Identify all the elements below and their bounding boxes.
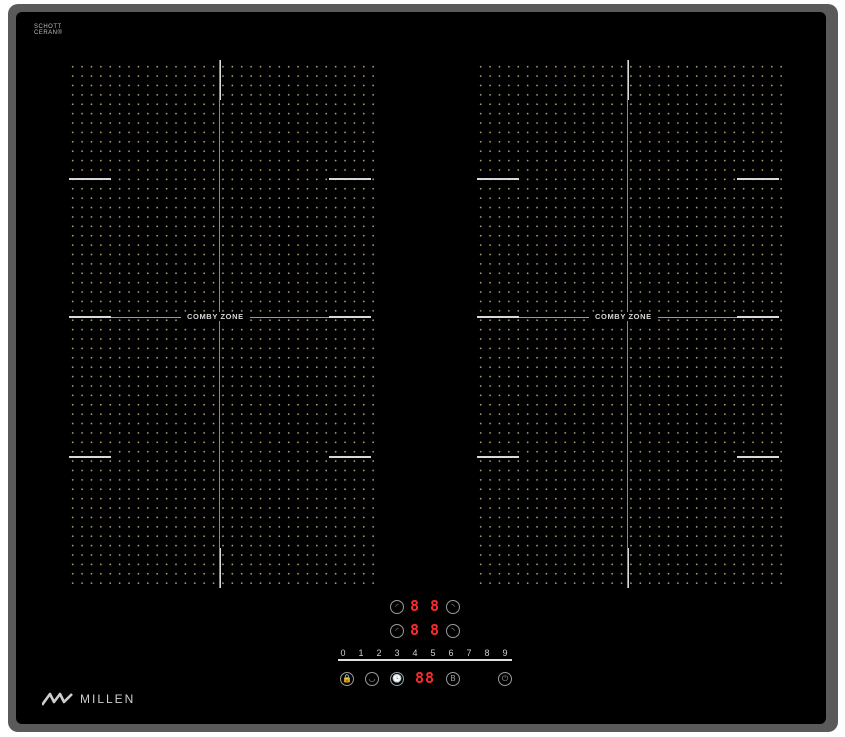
right-zone-marker [737, 456, 779, 458]
right-zone-marker [477, 456, 519, 458]
power-level-6[interactable]: 6 [446, 648, 456, 658]
left-comby-zone-label: COMBY ZONE [181, 312, 250, 321]
left-zone-marker [329, 316, 371, 318]
power-level-7[interactable]: 7 [464, 648, 474, 658]
glass-brand-label: SCHOTT CERAN® [34, 24, 62, 36]
right-comby-zone-label: COMBY ZONE [589, 312, 658, 321]
right-zone-select-icon[interactable]: ◝ [446, 624, 460, 638]
left-zone-marker [329, 456, 371, 458]
left-zone-select-icon[interactable]: ◜ [390, 600, 404, 614]
right-zone-marker [737, 178, 779, 180]
left-zone-dot-grid [66, 60, 374, 588]
lock-icon[interactable]: 🔒 [340, 672, 354, 686]
left-cooking-zone[interactable]: COMBY ZONE [66, 60, 374, 588]
timer-icon[interactable]: 🕓 [390, 672, 404, 686]
power-level-1[interactable]: 1 [356, 648, 366, 658]
left-zone-marker [329, 178, 371, 180]
power-level-2[interactable]: 2 [374, 648, 384, 658]
brand-name: MILLEN [80, 692, 136, 706]
power-level-3[interactable]: 3 [392, 648, 402, 658]
power-level-5[interactable]: 5 [428, 648, 438, 658]
power-level-8[interactable]: 8 [482, 648, 492, 658]
power-icon[interactable]: ⏻ [498, 672, 512, 686]
glass-brand-line2: CERAN® [34, 30, 63, 36]
zone-row1-display: 8 8 [410, 597, 441, 615]
right-zone-center-line [627, 60, 628, 588]
right-zone-dot-grid [474, 60, 782, 588]
right-zone-marker [477, 316, 519, 318]
right-zone-marker [737, 316, 779, 318]
power-level-9[interactable]: 9 [500, 648, 510, 658]
left-zone-marker [69, 178, 111, 180]
timer-display: 88 [415, 669, 436, 687]
left-zone-marker [69, 316, 111, 318]
zone-row2-display: 8 8 [410, 621, 441, 639]
right-cooking-zone[interactable]: COMBY ZONE [474, 60, 782, 588]
millen-logo-icon [42, 692, 73, 706]
left-zone-marker [69, 456, 111, 458]
cooktop-glass: SCHOTT CERAN® COMBY ZONE COMBY ZONE ◜ 8 … [16, 12, 826, 724]
keep-warm-icon[interactable]: ◡ [365, 672, 379, 686]
power-slider-bar[interactable] [338, 659, 512, 661]
left-zone-select-icon[interactable]: ◜ [390, 624, 404, 638]
right-zone-select-icon[interactable]: ◝ [446, 600, 460, 614]
right-zone-marker [477, 178, 519, 180]
power-level-0[interactable]: 0 [338, 648, 348, 658]
boost-button[interactable]: B [446, 672, 460, 686]
left-zone-center-line [219, 60, 220, 588]
power-level-4[interactable]: 4 [410, 648, 420, 658]
